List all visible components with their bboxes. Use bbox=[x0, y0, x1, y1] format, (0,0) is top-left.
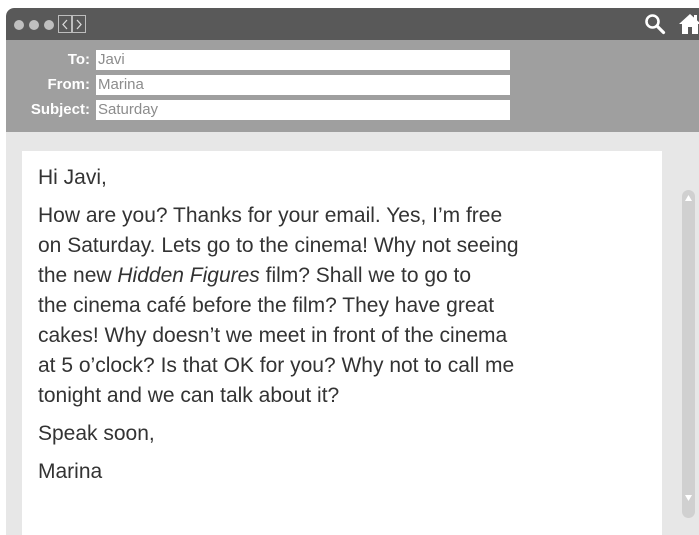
body-line: tonight and we can talk about it? bbox=[38, 384, 340, 407]
scrollbar[interactable] bbox=[682, 190, 695, 518]
title-bar bbox=[6, 8, 699, 40]
signature-line: Marina bbox=[38, 460, 103, 483]
body-line: cakes! Why doesn’t we meet in front of t… bbox=[38, 324, 508, 347]
forward-button[interactable] bbox=[72, 15, 86, 33]
search-icon[interactable] bbox=[643, 12, 667, 36]
from-field[interactable]: Marina bbox=[96, 75, 510, 95]
message-text: Hi Javi, How are you? Thanks for your em… bbox=[38, 163, 650, 495]
chevron-right-icon bbox=[76, 19, 82, 30]
body-line: the new Hidden Figures film? Shall we to… bbox=[38, 261, 650, 291]
body-line: the cinema café before the film? They ha… bbox=[38, 294, 495, 317]
back-button[interactable] bbox=[58, 15, 72, 33]
body-line: at 5 o’clock? Is that OK for you? Why no… bbox=[38, 354, 515, 377]
chevron-left-icon bbox=[62, 19, 68, 30]
closing-line: Speak soon, bbox=[38, 422, 155, 445]
home-icon[interactable] bbox=[678, 12, 699, 36]
to-field[interactable]: Javi bbox=[96, 50, 510, 70]
from-label: From: bbox=[47, 76, 91, 93]
triangle-down-icon[interactable] bbox=[682, 492, 695, 504]
window-zoom-dot[interactable] bbox=[44, 20, 54, 30]
body-text-run: the new bbox=[38, 264, 118, 287]
email-window: To: Javi From: Marina Subject: Saturday … bbox=[6, 8, 699, 535]
window-minimize-dot[interactable] bbox=[29, 20, 39, 30]
body-line: How are you? Thanks for your email. Yes,… bbox=[38, 204, 503, 227]
film-title: Hidden Figures bbox=[117, 264, 260, 287]
email-header: To: Javi From: Marina Subject: Saturday bbox=[6, 40, 699, 132]
body-line: on Saturday. Lets go to the cinema! Why … bbox=[38, 234, 519, 257]
to-label: To: bbox=[67, 51, 90, 68]
message-body[interactable]: Hi Javi, How are you? Thanks for your em… bbox=[22, 151, 662, 535]
window-close-dot[interactable] bbox=[14, 20, 24, 30]
body-text-run: film? Shall we to go to bbox=[259, 264, 472, 287]
subject-field[interactable]: Saturday bbox=[96, 100, 510, 120]
greeting-line: Hi Javi, bbox=[38, 166, 107, 189]
triangle-up-icon[interactable] bbox=[682, 192, 695, 204]
message-paragraph: How are you? Thanks for your email. Yes,… bbox=[38, 201, 650, 411]
subject-label: Subject: bbox=[30, 101, 90, 118]
